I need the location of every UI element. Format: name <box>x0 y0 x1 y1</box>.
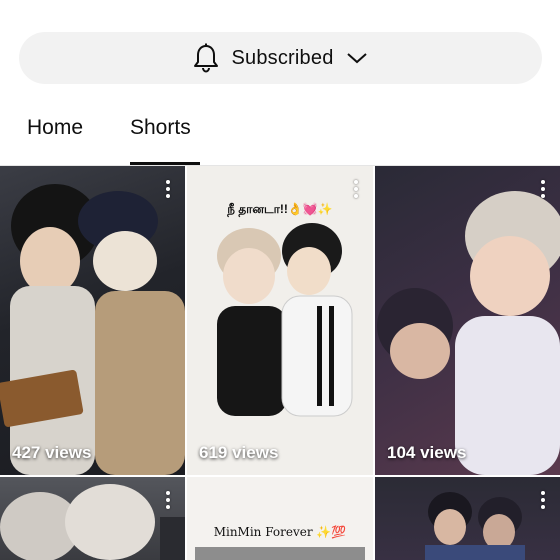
tab-home[interactable]: Home <box>27 116 83 140</box>
short-thumbnail-2[interactable]: நீ தானடா!!👌💓✨ 619 views <box>187 166 373 475</box>
bell-icon <box>193 43 219 73</box>
channel-tabs: Home Shorts <box>0 104 560 165</box>
more-options-icon[interactable] <box>540 491 546 509</box>
short-thumbnail-5[interactable]: MinMin Forever ✨💯 <box>187 477 373 560</box>
thumbnail-image <box>0 484 185 560</box>
subscribed-label: Subscribed <box>231 46 334 69</box>
thumbnail-image <box>377 191 560 475</box>
thumbnail-image <box>425 492 525 560</box>
view-count: 104 views <box>387 443 467 462</box>
short-thumbnail-4[interactable] <box>0 477 185 560</box>
short-thumbnail-6[interactable] <box>375 477 560 560</box>
view-count: 619 views <box>199 443 279 462</box>
tab-shorts[interactable]: Shorts <box>130 116 191 140</box>
more-options-icon[interactable] <box>353 180 359 198</box>
short-thumbnail-1[interactable]: 427 views <box>0 166 185 475</box>
thumbnail-image <box>195 547 365 560</box>
short-thumbnail-3[interactable]: 104 views <box>375 166 560 475</box>
more-options-icon[interactable] <box>540 180 546 198</box>
thumbnail-image <box>0 184 185 475</box>
subscribed-button[interactable]: Subscribed <box>19 32 542 84</box>
more-options-icon[interactable] <box>165 491 171 509</box>
view-count: 427 views <box>12 443 92 462</box>
thumbnail-caption: MinMin Forever ✨💯 <box>213 525 347 539</box>
thumbnail-caption: நீ தானடா!!👌💓✨ <box>227 202 333 216</box>
more-options-icon[interactable] <box>165 180 171 198</box>
chevron-down-icon <box>346 51 368 65</box>
